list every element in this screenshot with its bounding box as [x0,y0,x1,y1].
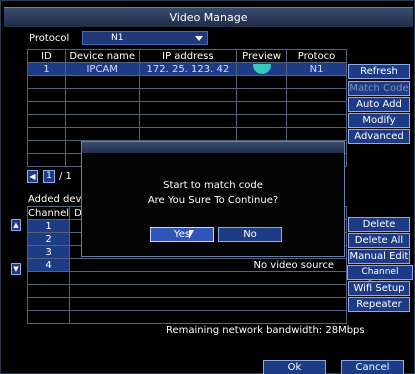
dialog-message-line1: Start to match code [163,180,263,191]
bandwidth-info: Remaining network bandwidth: 28Mbps [166,325,365,336]
table-cell [138,114,238,128]
bandwidth-label: Remaining network bandwidth: [166,325,323,336]
col-channel: Channel [26,206,71,220]
advanced-button[interactable]: Advanced [348,129,410,144]
table-cell [64,114,140,128]
table-cell [64,101,140,115]
ok-button[interactable]: Ok [263,360,326,374]
channel-status: No video source [69,258,347,272]
table-row[interactable] [27,75,347,89]
cell-protocol: N1 [286,62,347,76]
table-cell [286,88,347,102]
dialog-message-line2: Are You Sure To Continue? [147,195,279,206]
table-row[interactable] [27,114,347,128]
table-row[interactable]: 4 No video source [26,258,347,272]
cell-ip: 172. 25. 123. 42 [138,62,238,76]
table-row[interactable] [26,310,347,324]
video-manage-window: Video Manage Protocol N1 ID Device name … [0,0,415,374]
scroll-down-icon[interactable]: ▼ [11,263,21,275]
table-cell [27,101,66,115]
delete-all-button[interactable]: Delete All [348,233,410,248]
table-cell [286,101,347,115]
table-cell [236,127,288,141]
dialog-no-button[interactable]: No [218,227,282,242]
cell-preview[interactable] [236,62,288,76]
table-cell [236,75,288,89]
table-row[interactable] [27,127,347,141]
table-row[interactable] [26,284,347,298]
col-protocol: Protoco [286,49,347,63]
channel-number: 2 [26,232,71,246]
col-id: ID [27,49,66,63]
prev-page-button[interactable]: ◀ [27,170,38,183]
table-cell [138,88,238,102]
table-row[interactable] [27,101,347,115]
col-preview: Preview [236,49,288,63]
table-cell [26,310,71,324]
protocol-value: N1 [111,33,124,43]
table-cell [69,284,347,298]
table-cell [27,153,66,167]
dialog-yes-button[interactable]: Yes [150,227,214,242]
cancel-button[interactable]: Cancel [341,360,404,374]
table-cell [27,88,66,102]
table-cell [69,297,347,311]
table-row[interactable] [26,297,347,311]
match-code-button[interactable]: Match Code [348,81,410,96]
table-cell [286,127,347,141]
wifi-setup-button[interactable]: Wifi Setup [348,281,410,296]
table-row[interactable] [27,88,347,102]
refresh-button[interactable]: Refresh [348,64,410,79]
page-number[interactable]: 1 [43,170,55,183]
table-cell [236,88,288,102]
table-cell [286,75,347,89]
cell-device-name: IPCAM [64,62,140,76]
table-cell [69,271,347,285]
preview-eye-icon[interactable] [252,63,271,74]
table-cell [64,127,140,141]
protocol-label: Protocol [29,33,70,44]
mouse-cursor-icon [189,230,194,239]
delete-button[interactable]: Delete [348,217,410,232]
table-cell [138,127,238,141]
channel-setup-button[interactable]: Channel Setup [347,265,413,290]
table-cell [69,310,347,324]
table-cell [27,140,66,154]
table-row[interactable]: 1 IPCAM 172. 25. 123. 42 N1 [27,62,347,76]
manual-edit-button[interactable]: Manual Edit [348,249,410,264]
protocol-select[interactable]: N1 [82,31,208,45]
table-cell [236,114,288,128]
col-device-name: Device name [64,49,140,63]
modify-button[interactable]: Modify [348,113,410,128]
bandwidth-value: 28Mbps [325,325,365,336]
table-cell [26,297,71,311]
repeater-button[interactable]: Repeater [348,297,410,312]
window-title: Video Manage [4,7,413,27]
match-code-dialog: Start to match code Are You Sure To Cont… [81,141,345,257]
device-table-header: ID Device name IP address Preview Protoc… [27,49,347,63]
chevron-down-icon[interactable] [195,36,203,41]
table-cell [26,271,71,285]
table-cell [26,284,71,298]
table-cell [236,101,288,115]
table-cell [138,101,238,115]
table-row[interactable] [26,271,347,285]
auto-add-button[interactable]: Auto Add [348,97,410,112]
table-cell [27,127,66,141]
dialog-titlebar [82,142,344,153]
table-cell [27,75,66,89]
col-ip-address: IP address [138,49,238,63]
table-cell [27,114,66,128]
channel-number: 4 [26,258,71,272]
table-cell [138,75,238,89]
scroll-up-icon[interactable]: ▲ [11,219,21,231]
table-cell [64,75,140,89]
table-cell [64,88,140,102]
table-cell [286,114,347,128]
channel-number: 1 [26,219,71,233]
channel-number: 3 [26,245,71,259]
cell-id: 1 [27,62,66,76]
page-total: / 1 [59,171,72,182]
